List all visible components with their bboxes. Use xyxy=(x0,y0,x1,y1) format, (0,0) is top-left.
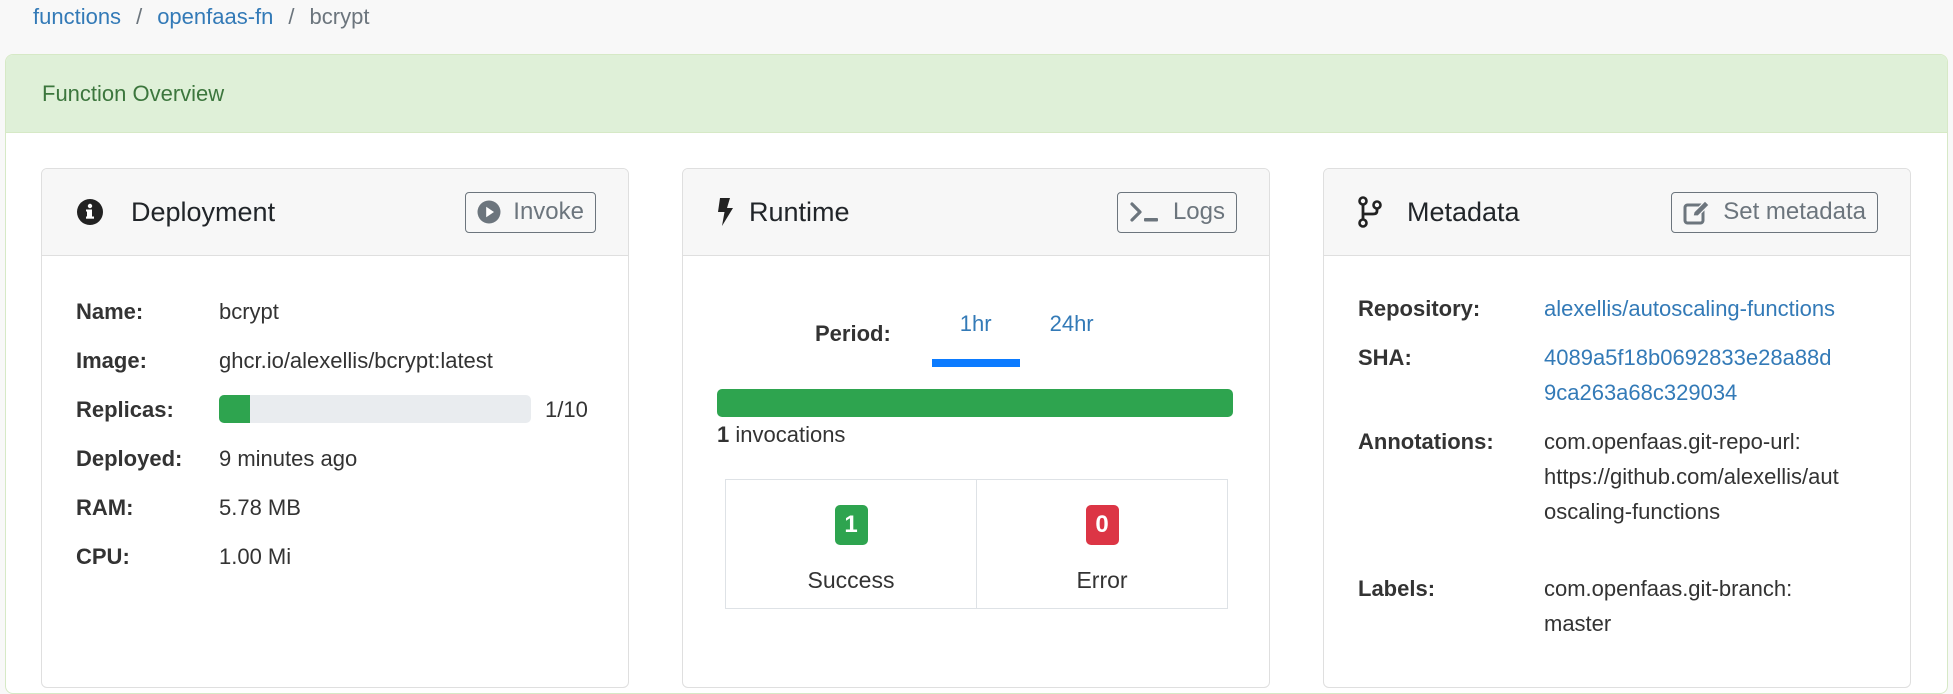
logs-button-label: Logs xyxy=(1172,198,1225,225)
annotations-value: com.openfaas.git-repo-url: https://githu… xyxy=(1544,424,1839,571)
label-value: master xyxy=(1544,611,1612,636)
annotation-key: com.openfaas.git-repo-url: xyxy=(1544,429,1801,454)
deployed-value: 9 minutes ago xyxy=(219,446,358,471)
runtime-card-header: Runtime Logs xyxy=(683,169,1269,256)
replicas-label: Replicas: xyxy=(76,397,174,422)
error-count-badge: 0 xyxy=(1085,505,1119,545)
deployment-card-header: Deployment Invoke xyxy=(42,169,628,256)
cpu-value: 1.00 Mi xyxy=(219,544,292,569)
runtime-card: Runtime Logs Period: 1hr 24hr 1 invocati… xyxy=(682,168,1270,688)
labels-value: com.openfaas.git-branch: master xyxy=(1544,571,1792,641)
breadcrumb: functions / openfaas-fn / bcrypt xyxy=(33,0,369,34)
bolt-icon xyxy=(717,197,735,227)
metadata-row-repository: Repository: alexellis/autoscaling-functi… xyxy=(1358,291,1839,340)
error-label: Error xyxy=(1076,567,1128,593)
sha-link[interactable]: 4089a5f18b0692833e28a88d 9ca263a68c32903… xyxy=(1544,340,1832,424)
breadcrumb-namespace[interactable]: openfaas-fn xyxy=(157,4,273,30)
runtime-title: Runtime xyxy=(749,196,850,227)
tab-24hr[interactable]: 24hr xyxy=(1050,311,1094,337)
terminal-icon xyxy=(1129,200,1161,224)
tab-1hr[interactable]: 1hr xyxy=(931,311,1020,367)
breadcrumb-separator: / xyxy=(288,4,295,29)
detail-row-image: Image: ghcr.io/alexellis/bcrypt:latest xyxy=(76,348,588,397)
breadcrumb-functions[interactable]: functions xyxy=(33,4,121,30)
replicas-progress-fill xyxy=(219,395,251,423)
sha-label: SHA: xyxy=(1358,345,1412,370)
detail-row-ram: RAM: 5.78 MB xyxy=(76,495,588,544)
detail-row-replicas: Replicas: 1/10 xyxy=(76,395,588,446)
image-value: ghcr.io/alexellis/bcrypt:latest xyxy=(219,348,493,373)
ram-value: 5.78 MB xyxy=(219,495,301,520)
invocation-stats: 1 Success 0 Error xyxy=(725,479,1228,609)
detail-row-cpu: CPU: 1.00 Mi xyxy=(76,544,588,593)
code-branch-icon xyxy=(1358,196,1382,228)
annotation-value-line-2: oscaling-functions xyxy=(1544,499,1721,524)
set-metadata-button-label: Set metadata xyxy=(1723,198,1866,225)
deployment-title: Deployment xyxy=(131,196,276,227)
period-selector: Period: 1hr 24hr xyxy=(815,311,1094,367)
success-stat: 1 Success xyxy=(726,480,976,608)
replicas-progress-bar xyxy=(219,395,531,423)
deployment-details: Name: bcrypt Image: ghcr.io/alexellis/bc… xyxy=(76,299,588,593)
label-key: com.openfaas.git-branch: xyxy=(1544,576,1793,601)
error-stat: 0 Error xyxy=(976,480,1227,608)
metadata-details: Repository: alexellis/autoscaling-functi… xyxy=(1358,296,1839,641)
metadata-row-annotations: Annotations: com.openfaas.git-repo-url: … xyxy=(1358,424,1839,571)
detail-row-name: Name: bcrypt xyxy=(76,299,588,348)
deployed-label: Deployed: xyxy=(76,446,183,471)
replicas-value: 1/10 xyxy=(545,397,588,422)
edit-icon xyxy=(1683,199,1711,225)
name-label: Name: xyxy=(76,299,144,324)
set-metadata-button[interactable]: Set metadata xyxy=(1671,191,1878,233)
invocations-summary: 1 invocations xyxy=(717,422,845,448)
deployment-title-group: Deployment xyxy=(76,197,275,228)
cpu-label: CPU: xyxy=(76,544,130,569)
invoke-button[interactable]: Invoke xyxy=(465,191,596,233)
runtime-title-group: Runtime xyxy=(717,197,850,228)
metadata-card-header: Metadata Set metadata xyxy=(1324,169,1910,256)
metadata-title: Metadata xyxy=(1407,196,1520,227)
metadata-card: Metadata Set metadata Repository: alexel… xyxy=(1323,168,1911,688)
image-label: Image: xyxy=(76,348,147,373)
success-count-badge: 1 xyxy=(834,505,868,545)
repository-label: Repository: xyxy=(1358,296,1481,321)
success-label: Success xyxy=(807,567,895,593)
metadata-title-group: Metadata xyxy=(1358,196,1520,228)
play-circle-icon xyxy=(477,200,501,224)
annotation-value-line-1: https://github.com/alexellis/aut xyxy=(1544,464,1839,489)
detail-row-deployed: Deployed: 9 minutes ago xyxy=(76,446,588,495)
invocations-count: 1 xyxy=(717,422,730,447)
metadata-row-sha: SHA: 4089a5f18b0692833e28a88d 9ca263a68c… xyxy=(1358,340,1839,424)
info-circle-icon xyxy=(76,198,104,226)
annotations-label: Annotations: xyxy=(1358,429,1494,454)
invocations-progress-bar xyxy=(717,389,1233,417)
ram-label: RAM: xyxy=(76,495,134,520)
invoke-button-label: Invoke xyxy=(513,198,584,225)
invocations-suffix: invocations xyxy=(729,422,846,447)
overview-header: Function Overview xyxy=(6,55,1947,133)
overview-title: Function Overview xyxy=(42,80,225,106)
invocations-progress-fill xyxy=(717,389,1233,417)
deployment-card: Deployment Invoke Name: bcrypt Image: gh… xyxy=(41,168,629,688)
breadcrumb-current: bcrypt xyxy=(309,4,370,29)
sha-line-2: 9ca263a68c329034 xyxy=(1544,380,1738,405)
logs-button[interactable]: Logs xyxy=(1116,191,1237,233)
name-value: bcrypt xyxy=(219,299,279,324)
labels-label: Labels: xyxy=(1358,576,1436,601)
metadata-row-labels: Labels: com.openfaas.git-branch: master xyxy=(1358,571,1839,641)
period-label: Period: xyxy=(815,321,891,346)
sha-line-1: 4089a5f18b0692833e28a88d xyxy=(1544,345,1832,370)
repository-link[interactable]: alexellis/autoscaling-functions xyxy=(1544,291,1835,340)
breadcrumb-separator: / xyxy=(136,4,143,29)
